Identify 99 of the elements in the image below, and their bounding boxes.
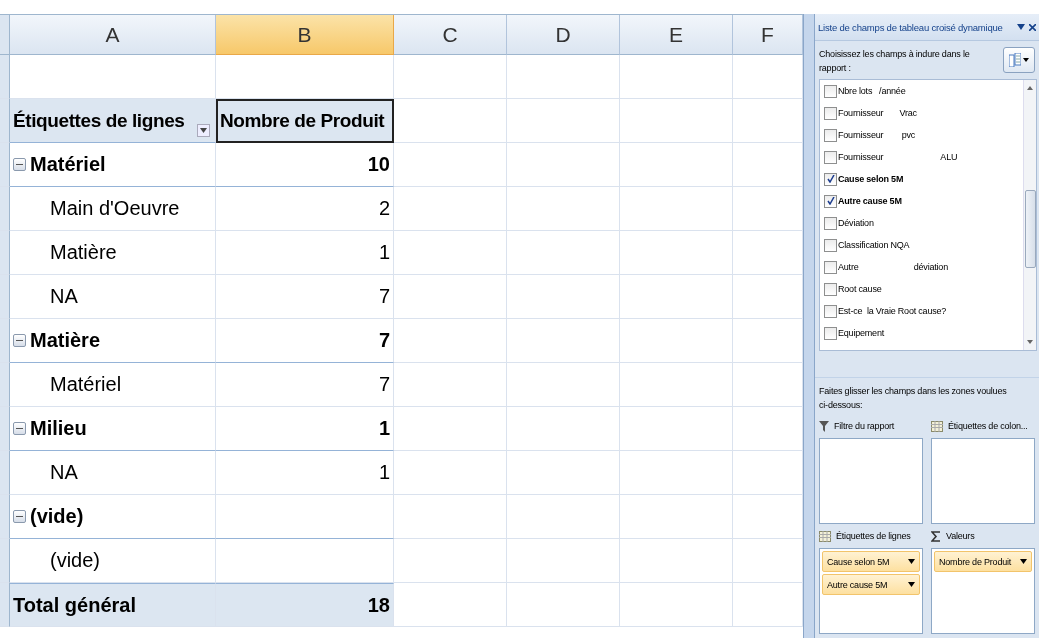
field-label: Cause selon 5M [838,174,904,184]
scroll-up-icon[interactable] [1027,86,1033,90]
item-count: 1 [378,241,390,264]
checkbox[interactable] [824,238,837,252]
area-label: Étiquettes de colon... [948,421,1028,431]
item-label: NA [50,461,78,484]
checkbox[interactable] [824,260,837,274]
group-label: (vide) [30,505,84,528]
field-label: Autre déviation [838,262,948,272]
column-header[interactable]: F [733,15,803,55]
caret-icon[interactable] [908,559,915,564]
collapse-icon[interactable] [13,510,26,523]
field-item[interactable]: Est-ce la Vraie Root cause? [820,300,1023,322]
checkbox[interactable] [824,128,837,142]
checkbox[interactable] [824,216,837,230]
instruction-text: Choisissez les champs à indure dans le rapport : [819,48,971,75]
field-label: Nbre lots /année [838,86,906,96]
caret-icon[interactable] [1020,559,1027,564]
item-count: 7 [378,373,390,396]
field-item[interactable]: Cause selon 5M [820,168,1023,190]
field-label: Fournisseur ALU [838,152,958,162]
scrollbar-thumb[interactable] [1024,190,1036,268]
checkbox[interactable] [824,106,837,120]
group-label: Matière [30,329,101,352]
group-count: 10 [367,153,390,176]
panel-title: Liste de champs de tableau croisé dynamique [818,21,1003,33]
group-count: 1 [378,417,390,440]
field-label: Déviation [838,218,874,228]
field-item[interactable]: Fournisseur Vrac [820,102,1023,124]
checkbox-checked[interactable] [824,194,837,208]
grid-icon [931,420,943,432]
field-item[interactable]: Autre déviation [820,256,1023,278]
field-label: Classification NQA [838,240,910,250]
group-count: 7 [378,329,390,352]
select-all-corner[interactable] [0,15,10,55]
field-label: Fournisseur Vrac [838,108,917,118]
item-label: (vide) [50,549,100,572]
item-label: Main d'Oeuvre [50,197,180,220]
scrollbar[interactable] [1023,80,1036,350]
area-label: Valeurs [946,531,975,541]
total-label: Total général [13,593,136,617]
field-chip[interactable]: Cause selon 5M [822,551,920,572]
grid-icon [819,530,831,542]
item-count: 7 [378,285,390,308]
item-label: NA [50,285,78,308]
area-label: Étiquettes de lignes [836,531,911,541]
field-item[interactable]: Fournisseur pvc [820,124,1023,146]
group-label: Matériel [30,153,106,176]
checkbox[interactable] [824,150,837,164]
drag-instruction: Faites glisser les champs dans les zones voulues ci-dessous: [815,377,1039,414]
collapse-icon[interactable] [13,422,26,435]
field-item[interactable]: Root cause [820,278,1023,300]
checkbox[interactable] [824,282,837,296]
field-label: Root cause [838,284,882,294]
item-label: Matériel [50,373,122,396]
panel-splitter[interactable] [803,14,815,638]
field-item[interactable]: Equipement [820,322,1023,344]
area-label: Filtre du rapport [834,421,895,431]
field-chip[interactable]: Nombre de Produit [934,551,1032,572]
close-icon[interactable] [1029,23,1036,31]
value-header: Nombre de Produit [220,109,385,132]
column-header[interactable]: B [216,15,394,55]
checkbox[interactable] [824,84,837,98]
field-item[interactable]: Nbre lots /année [820,80,1023,102]
field-item[interactable]: Déviation [820,212,1023,234]
column-header[interactable]: D [507,15,620,55]
field-label: Est-ce la Vraie Root cause? [838,306,947,316]
sigma-icon [931,530,941,542]
column-header[interactable]: A [10,15,216,55]
filter-icon [819,420,829,432]
item-label: Matière [50,241,117,264]
column-header[interactable]: E [620,15,733,55]
checkbox[interactable] [824,304,837,318]
field-item[interactable]: Classification NQA [820,234,1023,256]
item-count: 2 [378,197,390,220]
field-label: Fournisseur pvc [838,130,916,140]
checkbox-checked[interactable] [824,172,837,186]
filter-dropdown-icon[interactable] [197,124,210,137]
row-labels-header: Étiquettes de lignes [13,109,185,132]
checkbox[interactable] [824,326,837,340]
column-header[interactable]: C [394,15,507,55]
collapse-icon[interactable] [13,158,26,171]
layout-icon [1009,53,1021,67]
row-header[interactable] [0,583,10,627]
dropdown-icon[interactable] [1017,24,1025,30]
field-item[interactable]: Fournisseur ALU [820,146,1023,168]
group-label: Milieu [30,417,87,440]
item-count: 1 [378,461,390,484]
collapse-icon[interactable] [13,334,26,347]
caret-icon[interactable] [908,582,915,587]
total-count: 18 [367,593,390,617]
field-item[interactable]: Autre cause 5M [820,190,1023,212]
field-chip[interactable]: Autre cause 5M [822,574,920,595]
row-header[interactable] [0,55,10,99]
scroll-down-icon[interactable] [1027,340,1033,344]
layout-button[interactable] [1003,47,1035,73]
field-label: Equipement [838,328,885,338]
caret-icon [1023,58,1029,62]
field-label: Autre cause 5M [838,196,902,206]
